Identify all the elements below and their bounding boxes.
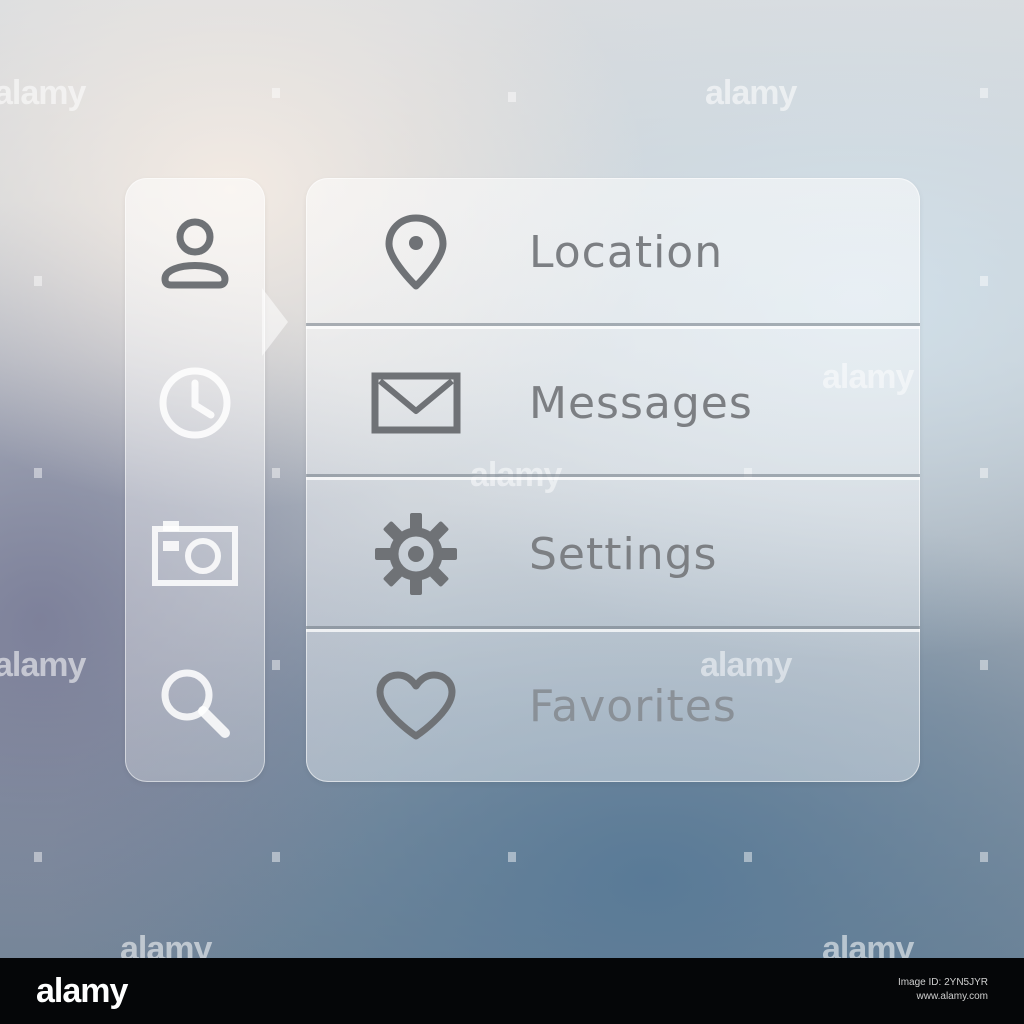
watermark: alamy: [0, 74, 86, 112]
heart-icon: [376, 671, 456, 740]
rail-button-search[interactable]: [125, 628, 265, 778]
watermark-dot: [980, 660, 988, 670]
envelope-icon: [371, 372, 461, 434]
watermark-dot: [508, 852, 516, 862]
watermark-dot: [272, 852, 280, 862]
menu-item-label: Settings: [529, 528, 718, 580]
watermark-dot: [744, 852, 752, 862]
watermark: alamy: [0, 646, 86, 684]
footer-image-info: Image ID: 2YN5JYR www.alamy.com: [898, 976, 988, 1004]
icon-rail: [125, 178, 265, 782]
watermark-dot: [980, 88, 988, 98]
gear-icon: [375, 513, 457, 595]
watermark-dot: [272, 88, 280, 98]
menu-item-label: Favorites: [529, 680, 737, 732]
image-id-text: Image ID: 2YN5JYR: [897, 977, 988, 988]
watermark-dot: [34, 276, 42, 286]
watermark-dot: [34, 468, 42, 478]
location-pin-icon: [385, 214, 447, 290]
menu-item-settings[interactable]: Settings: [306, 480, 920, 628]
menu-item-location[interactable]: Location: [306, 178, 920, 326]
camera-icon: [152, 521, 238, 586]
rail-button-history[interactable]: [125, 328, 265, 478]
menu-item-label: Messages: [529, 377, 753, 429]
watermark-dot: [272, 468, 280, 478]
menu-item-messages[interactable]: Messages: [306, 329, 920, 477]
site-url-text: www.alamy.com: [916, 991, 989, 1002]
watermark-dot: [980, 276, 988, 286]
user-icon: [161, 218, 229, 289]
rail-button-profile[interactable]: [125, 178, 265, 328]
menu-item-label: Location: [529, 226, 724, 278]
watermark-dot: [508, 92, 516, 102]
watermark-dot: [34, 852, 42, 862]
menu-item-icon: [361, 670, 471, 742]
search-icon: [161, 669, 230, 738]
menu-panel: Location Messages Settings Favorites: [306, 178, 920, 782]
watermark-dot: [980, 468, 988, 478]
rail-button-camera[interactable]: [125, 478, 265, 628]
menu-item-icon: [361, 371, 471, 435]
menu-item-icon: [361, 509, 471, 599]
footer-bar: alamy Image ID: 2YN5JYR www.alamy.com: [0, 958, 1024, 1024]
watermark-dot: [980, 852, 988, 862]
menu-item-icon: [361, 212, 471, 292]
watermark: alamy: [705, 74, 797, 112]
clock-icon: [159, 367, 231, 439]
active-indicator: [262, 288, 288, 356]
footer-logo: alamy: [36, 972, 128, 1010]
watermark-dot: [272, 660, 280, 670]
menu-item-favorites[interactable]: Favorites: [306, 632, 920, 780]
